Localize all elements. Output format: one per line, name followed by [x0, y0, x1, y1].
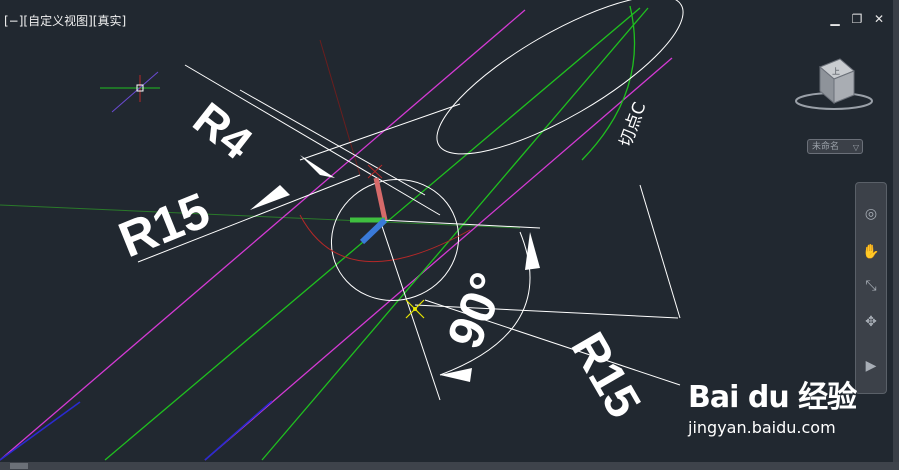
construction-line [639, 184, 681, 319]
cursor-crosshair-icon [100, 71, 160, 113]
dim-leader-line [299, 103, 461, 161]
grid-axis-line [0, 204, 521, 229]
dim-extension-line [239, 89, 426, 196]
viewport-window-controls: ▁ ❐ ✕ [829, 12, 885, 26]
magenta-line [0, 9, 526, 461]
dim-line [379, 219, 541, 229]
dim-line [379, 219, 441, 401]
ucs-menu[interactable]: 未命名 ▽ [807, 139, 863, 154]
navigation-bar: ◎ ✋ ⤡ ✥ ▶ [855, 182, 887, 394]
ucs-name-label: 未命名 [812, 142, 840, 152]
pan-icon[interactable]: ✋ [859, 241, 883, 263]
viewport-controls-label[interactable]: [−][自定义视图][真实] [4, 12, 126, 29]
horizontal-scrollbar[interactable] [0, 462, 899, 470]
restore-icon[interactable]: ❐ [851, 12, 863, 26]
viewcube-face-label: 上 [832, 67, 840, 76]
close-icon[interactable]: ✕ [873, 12, 885, 26]
zoom-icon[interactable]: ⤡ [859, 275, 883, 297]
baidu-watermark: Bai du 经验 jingyan.baidu.com [688, 372, 857, 437]
dim-text-r15-left: R15 [111, 182, 217, 268]
cad-viewport[interactable]: R4 R15 90° R15 切点C [−][自定义视图][真实] ▁ ❐ ✕ … [0, 0, 899, 470]
orbit-icon[interactable]: ✥ [859, 311, 883, 333]
watermark-brand: Bai du 经验 [688, 380, 857, 415]
dim-text-angle: 90° [436, 265, 516, 356]
blue-line [0, 401, 81, 461]
viewcube[interactable]: 上 [792, 55, 876, 115]
watermark-url: jingyan.baidu.com [688, 418, 836, 437]
dim-arrow [440, 368, 472, 382]
blue-line [204, 400, 273, 461]
vertical-scrollbar[interactable] [893, 0, 899, 470]
tangent-point-marker [405, 299, 425, 319]
minimize-icon[interactable]: ▁ [829, 12, 841, 26]
tangent-label: 切点C [616, 100, 650, 150]
showmotion-icon[interactable]: ▶ [859, 355, 883, 377]
steering-wheel-icon[interactable]: ◎ [859, 203, 883, 225]
dim-text-r15-right: R15 [560, 324, 650, 427]
chevron-down-icon: ▽ [852, 143, 859, 152]
scroll-thumb[interactable] [10, 463, 28, 469]
dim-arrow [525, 232, 540, 270]
dim-arrow [250, 185, 290, 210]
